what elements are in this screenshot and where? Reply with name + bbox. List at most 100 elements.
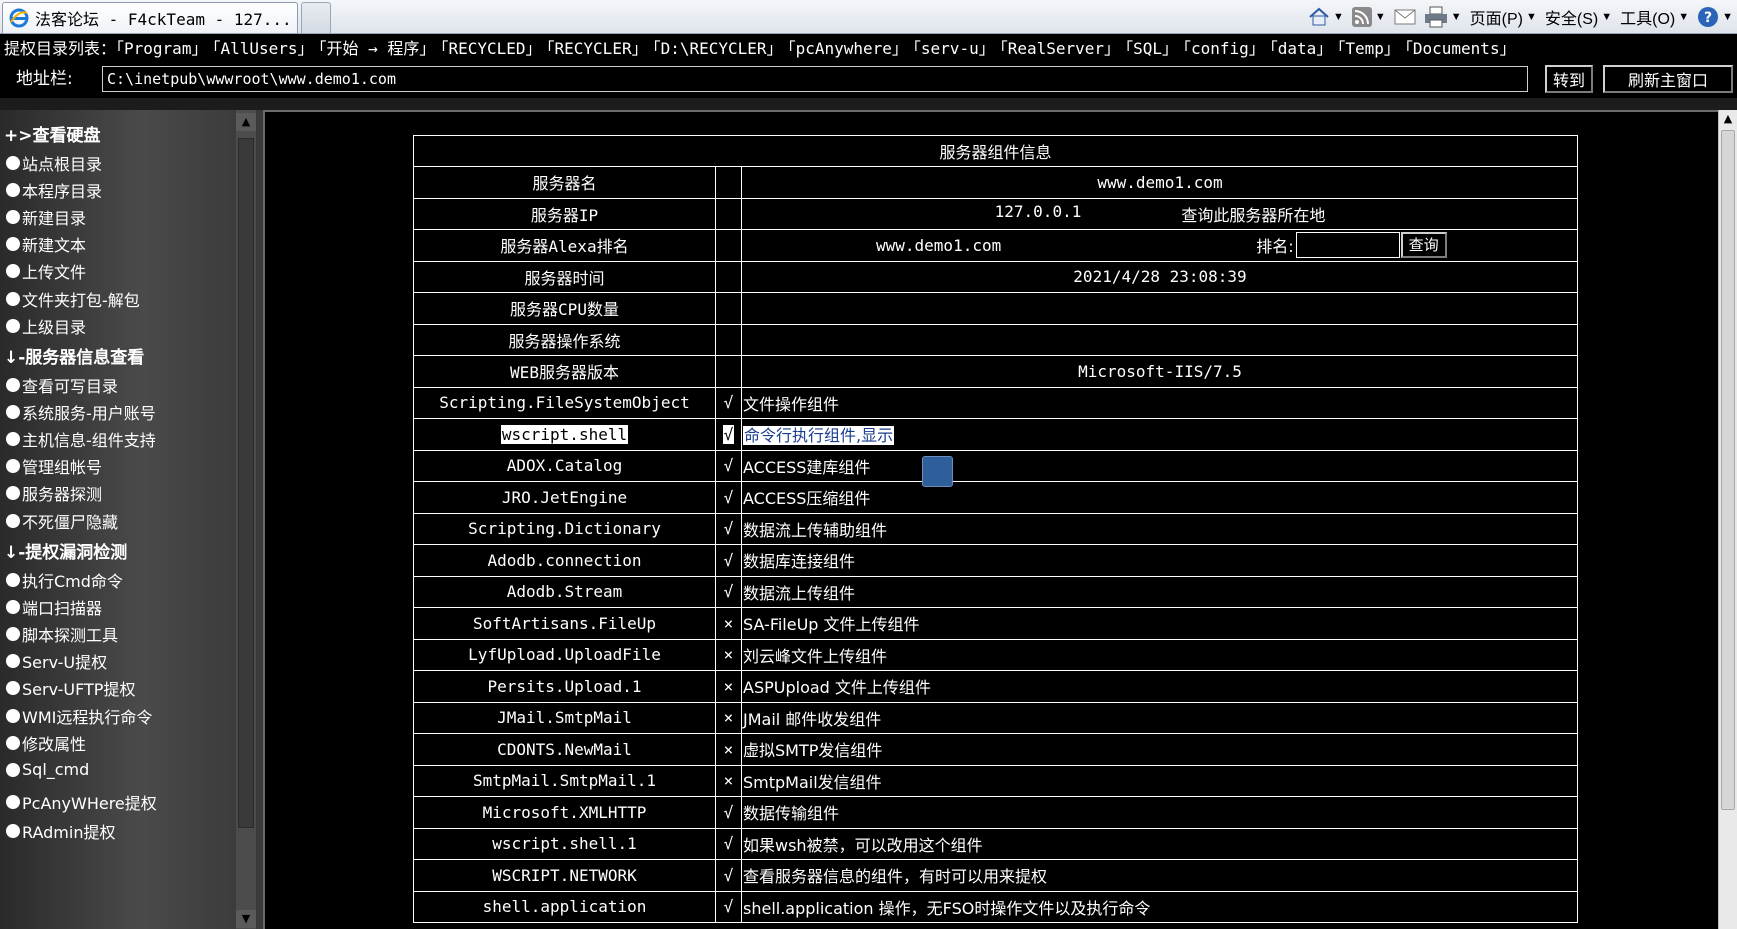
rank-input[interactable] [1295, 232, 1400, 259]
sidebar-item[interactable]: WMI远程执行命令 [4, 704, 152, 728]
component-row: CDONTS.NewMail × 虚拟SMTP发信组件 [413, 733, 1578, 766]
status-mark: √ [722, 424, 735, 444]
sidebar-item[interactable]: 执行Cmd命令 [4, 568, 123, 592]
sidebar-item[interactable]: Serv-UFTP提权 [4, 676, 135, 700]
dirlist-link[interactable]: 「RealServer」 [1000, 39, 1120, 58]
status-mark: × [723, 676, 734, 696]
command-bar: ▼ ▼ ▼ 页面(P) ▼ 安全(S) ▼ 工具(O) ▼ ? ▼ [1304, 2, 1737, 32]
sidebar-item[interactable]: Sql_cmd [4, 760, 89, 779]
sidebar-item-label: 主机信息-组件支持 [22, 431, 156, 450]
dirlist-link[interactable]: 「AllUsers」 [212, 39, 313, 58]
help-button[interactable]: ? ▼ [1693, 3, 1737, 31]
browser-tab[interactable]: 法客论坛 - F4ckTeam - 127... [2, 2, 298, 33]
sidebar-item[interactable]: PcAnyWHere提权 [4, 790, 157, 814]
sidebar-scroll-thumb[interactable] [238, 138, 254, 828]
scroll-up-arrow-icon[interactable]: ▲ [236, 113, 256, 131]
sidebar-item[interactable]: 端口扫描器 [4, 595, 102, 619]
bullet-icon [6, 156, 20, 170]
home-button[interactable]: ▼ [1304, 3, 1348, 31]
locate-server-link[interactable]: 查询此服务器所在地 [1181, 202, 1325, 226]
info-row: 服务器时间 2021/4/28 23:08:39 [413, 260, 1578, 293]
dirlist-link[interactable]: 「RECYCLER」 [547, 39, 648, 58]
component-desc-text: 如果wsh被禁，可以改用这个组件 [743, 835, 983, 855]
content-scrollbar[interactable]: ▲ [1718, 110, 1737, 929]
info-row: WEB服务器版本 Microsoft-IIS/7.5 [413, 355, 1578, 388]
dirlist-link[interactable]: 「serv-u」 [913, 39, 995, 58]
sidebar-item[interactable]: 服务器探测 [4, 481, 102, 505]
component-name-text: WSCRIPT.NETWORK [492, 865, 637, 885]
component-row: wscript.shell.1 √ 如果wsh被禁，可以改用这个组件 [413, 827, 1578, 860]
sidebar-item[interactable]: 新建目录 [4, 205, 86, 229]
info-label: 服务器时间 [413, 260, 716, 293]
dirlist-link[interactable]: 「RECYCLED」 [440, 39, 541, 58]
component-name-text: Adodb.Stream [506, 582, 623, 602]
sidebar-item[interactable]: 文件夹打包-解包 [4, 287, 140, 311]
dirlist-link[interactable]: 「data」 [1270, 39, 1333, 58]
scroll-down-arrow-icon[interactable]: ▼ [236, 910, 256, 928]
sidebar-item[interactable]: 系统服务-用户账号 [4, 400, 156, 424]
sidebar-item[interactable]: 主机信息-组件支持 [4, 427, 156, 451]
component-name: ADOX.Catalog [413, 449, 716, 482]
sidebar-item[interactable]: 修改属性 [4, 731, 86, 755]
component-row: Scripting.FileSystemObject √ 文件操作组件 [413, 386, 1578, 419]
check-icon: √ [715, 575, 742, 608]
alexa-rank-wrap: www.demo1.com 排名: 查询 [743, 232, 1577, 259]
info-label: WEB服务器版本 [413, 355, 716, 388]
print-button[interactable]: ▼ [1420, 3, 1466, 31]
sidebar-item[interactable]: 新建文本 [4, 232, 86, 256]
dirlist-link[interactable]: 「开始 → 程序」 [319, 39, 436, 58]
page-menu-button[interactable]: 页面(P) ▼ [1466, 3, 1541, 31]
component-row: Persits.Upload.1 × ASPUpload 文件上传组件 [413, 670, 1578, 703]
sidebar-item-label: 上传文件 [22, 263, 87, 282]
scroll-up-arrow-icon[interactable]: ▲ [1719, 112, 1737, 130]
component-desc: 如果wsh被禁，可以改用这个组件 [741, 827, 1578, 860]
tools-menu-button[interactable]: 工具(O) ▼ [1616, 3, 1693, 31]
dirlist-link[interactable]: 「pcAnywhere」 [788, 39, 908, 58]
address-input[interactable]: C:\inetpub\wwwroot\www.demo1.com [102, 66, 1528, 92]
mail-button[interactable] [1390, 3, 1420, 31]
content-scroll-thumb[interactable] [1721, 130, 1735, 810]
refresh-main-window-button[interactable]: 刷新主窗口 [1603, 65, 1733, 93]
sidebar-item[interactable]: Serv-U提权 [4, 649, 107, 673]
bullet-icon [6, 795, 20, 809]
sidebar-section-title[interactable]: +>查看硬盘 [4, 121, 101, 146]
component-name-text: ADOX.Catalog [506, 456, 623, 476]
sidebar-item[interactable]: RAdmin提权 [4, 819, 115, 843]
dirlist-link[interactable]: 「Program」 [116, 39, 207, 58]
dirlist-link[interactable]: 「D:\RECYCLER」 [653, 39, 783, 58]
new-tab-button[interactable] [301, 2, 331, 33]
query-button[interactable]: 查询 [1400, 232, 1447, 259]
component-desc-text: 查看服务器信息的组件，有时可以用来提权 [743, 867, 1048, 887]
status-mark: √ [723, 487, 734, 507]
sidebar-item[interactable]: 站点根目录 [4, 151, 102, 175]
info-label: 服务器IP [413, 197, 716, 230]
dirlist-link[interactable]: 「Documents」 [1405, 39, 1516, 58]
sidebar-section-title[interactable]: ↓-提权漏洞检测 [4, 538, 127, 563]
safety-menu-button[interactable]: 安全(S) ▼ [1541, 3, 1616, 31]
chevron-down-icon: ▼ [1450, 11, 1462, 23]
sidebar-item-label: 端口扫描器 [22, 599, 103, 618]
component-desc: SmtpMail发信组件 [741, 764, 1578, 797]
component-row: Adodb.Stream √ 数据流上传组件 [413, 575, 1578, 608]
dirlist-link[interactable]: 「config」 [1183, 39, 1265, 58]
info-status [715, 197, 742, 230]
go-button[interactable]: 转到 [1545, 65, 1593, 93]
dirlist-link[interactable]: 「Temp」 [1337, 39, 1400, 58]
sidebar-item[interactable]: 本程序目录 [4, 178, 102, 202]
sidebar-item[interactable]: 脚本探测工具 [4, 622, 118, 646]
feeds-button[interactable]: ▼ [1348, 3, 1390, 31]
dirlist-link[interactable]: 「SQL」 [1125, 39, 1178, 58]
bullet-icon [6, 514, 20, 528]
sidebar-item[interactable]: 查看可写目录 [4, 373, 118, 397]
sidebar-item[interactable]: 上传文件 [4, 259, 86, 283]
sidebar-item[interactable]: 不死僵尸隐藏 [4, 509, 118, 533]
component-desc-text: SmtpMail发信组件 [743, 772, 882, 792]
check-icon: √ [715, 859, 742, 892]
sidebar-item-label: 站点根目录 [22, 155, 103, 174]
sidebar-scrollbar[interactable]: ▲ ▼ [236, 110, 256, 929]
status-mark: √ [723, 865, 734, 885]
sidebar-section-title[interactable]: ↓-服务器信息查看 [4, 343, 144, 368]
sidebar-item[interactable]: 管理组帐号 [4, 454, 102, 478]
sidebar-item[interactable]: 上级目录 [4, 314, 86, 338]
sidebar-item-label: 修改属性 [22, 735, 87, 754]
